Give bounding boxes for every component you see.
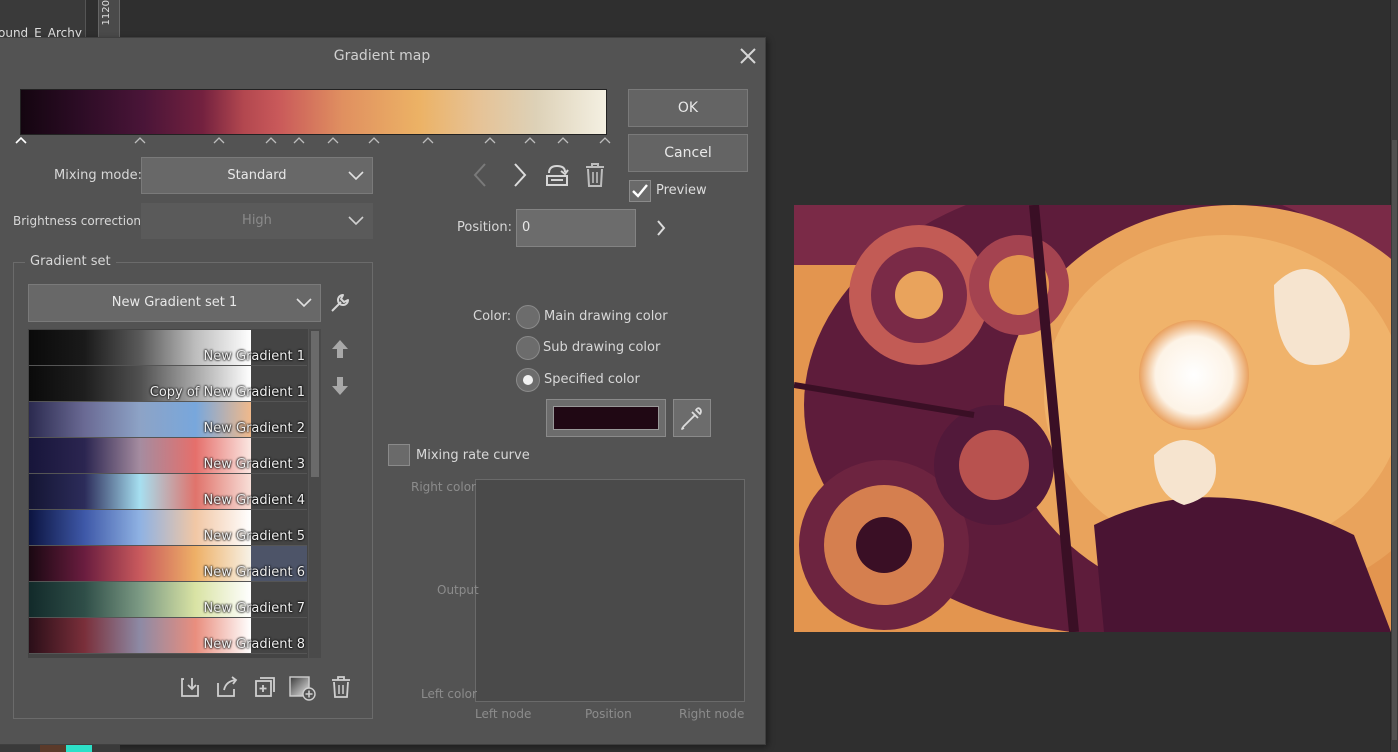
gradient-name: New Gradient 6 [203,565,305,580]
gradient-list-item[interactable]: New Gradient 1 [29,330,307,366]
chevron-left-icon[interactable] [471,162,491,192]
dialog-title: Gradient map [333,48,431,64]
mixing-mode-value: Standard [227,168,287,183]
color-label: Color: [473,309,512,324]
mixing-rate-curve-checkbox[interactable] [388,444,410,466]
gradient-name: New Gradient 3 [203,457,305,472]
gradient-list[interactable]: New Gradient 1 Copy of New Gradient 1 New … [28,329,308,658]
chevron-down-icon [348,216,364,226]
gradient-set-select[interactable]: New Gradient set 1 [28,284,321,322]
ruler-label: 1120 [101,0,112,26]
reverse-icon[interactable] [544,162,570,192]
curve-output-label: Output [437,583,479,597]
brightness-correction-value: High [242,213,272,228]
trash-icon[interactable] [330,675,352,703]
trash-icon[interactable] [584,162,606,192]
canvas-scrollbar[interactable] [1390,0,1398,752]
gradient-name: New Gradient 1 [203,349,305,364]
radio-sub-drawing-color[interactable] [516,336,540,360]
gradient-set-value: New Gradient set 1 [111,295,238,310]
export-gradient-icon[interactable] [214,675,240,703]
gradient-list-scrollbar-thumb[interactable] [311,331,319,477]
specified-color-button[interactable] [546,399,666,437]
gradient-list-item[interactable]: New Gradient 6 [29,546,307,582]
ok-button[interactable]: OK [628,89,748,127]
gradient-node[interactable] [484,136,496,144]
mixing-mode-select[interactable]: Standard [141,157,373,194]
gradient-list-item[interactable]: New Gradient 4 [29,474,307,510]
document-tab[interactable]: ound_E_Archy [0,0,86,38]
gradient-node[interactable] [293,136,305,144]
canvas-scrollbar-thumb[interactable] [1392,140,1397,740]
status-swatch [40,745,66,752]
gradient-list-item[interactable]: Copy of New Gradient 1 [29,366,307,402]
preview-label: Preview [656,183,707,198]
mixing-rate-curve-graph [475,479,745,702]
wrench-icon[interactable] [328,291,352,319]
duplicate-gradient-icon[interactable] [253,675,277,703]
mixing-mode-label: Mixing mode: [54,168,143,183]
chevron-down-icon [348,170,364,180]
chevron-down-icon [296,298,312,308]
chevron-right-icon[interactable] [654,218,668,242]
gradient-node[interactable] [599,136,611,144]
gradient-list-item[interactable]: New Gradient 2 [29,402,307,438]
gradient-list-item[interactable]: New Gradient 5 [29,510,307,546]
curve-position-label: Position [585,707,632,721]
brightness-correction-label: Brightness correction(L): [13,214,162,228]
close-icon[interactable] [736,44,760,68]
cancel-button[interactable]: Cancel [628,134,748,172]
gradient-node[interactable] [265,136,277,144]
gradient-name: Copy of New Gradient 1 [149,385,305,400]
gradient-list-item[interactable]: New Gradient 7 [29,582,307,618]
curve-left-node-label: Left node [475,707,532,721]
gradient-node[interactable] [368,136,380,144]
curve-left-color-label: Left color [421,687,477,701]
gradient-list-item[interactable]: New Gradient 8 [29,618,307,654]
gradient-set-label: Gradient set [25,254,116,269]
gradient-name: New Gradient 5 [203,529,305,544]
specified-color-swatch [553,406,659,430]
mixing-rate-curve-label: Mixing rate curve [416,448,530,463]
radio-sub-drawing-color-label: Sub drawing color [543,340,661,355]
eyedropper-icon[interactable] [673,399,711,437]
bottom-status-strip [0,745,120,752]
preview-checkbox[interactable] [629,180,651,202]
canvas-artwork[interactable] [794,205,1391,632]
gradient-node[interactable] [524,136,536,144]
gradient-name: New Gradient 2 [203,421,305,436]
gradient-name: New Gradient 8 [203,637,305,652]
gradient-list-item[interactable]: New Gradient 3 [29,438,307,474]
gradient-name: New Gradient 7 [203,601,305,616]
radio-specified-color-label: Specified color [544,372,640,387]
radio-specified-color[interactable] [516,368,540,392]
position-input[interactable]: 0 [516,209,636,247]
gradient-node[interactable] [557,136,569,144]
gradient-preview-bar[interactable] [20,89,607,135]
add-gradient-icon[interactable] [288,675,316,705]
gradient-list-scrollbar[interactable] [309,329,321,658]
gradient-name: New Gradient 4 [203,493,305,508]
gradient-node[interactable] [327,136,339,144]
curve-right-node-label: Right node [679,707,745,721]
radio-main-drawing-color-label: Main drawing color [544,309,668,324]
brightness-correction-select: High [141,203,373,239]
arrow-down-icon[interactable] [330,375,350,401]
checkmark-icon [632,184,648,198]
gradient-node[interactable] [213,136,225,144]
position-label: Position: [457,220,512,235]
radio-main-drawing-color[interactable] [516,305,540,329]
gradient-node[interactable] [134,136,146,144]
ruler: 1120 [98,0,120,38]
artwork-illustration [794,205,1391,632]
status-swatch [66,745,92,752]
gradient-map-dialog: Gradient map OK Cancel Preview Mixing mo… [0,37,766,745]
gradient-node-selected[interactable] [15,136,27,144]
import-gradient-icon[interactable] [178,675,202,703]
curve-right-color-label: Right color [411,480,476,494]
gradient-node[interactable] [422,136,434,144]
arrow-up-icon[interactable] [330,338,350,364]
chevron-right-icon[interactable] [510,162,530,192]
